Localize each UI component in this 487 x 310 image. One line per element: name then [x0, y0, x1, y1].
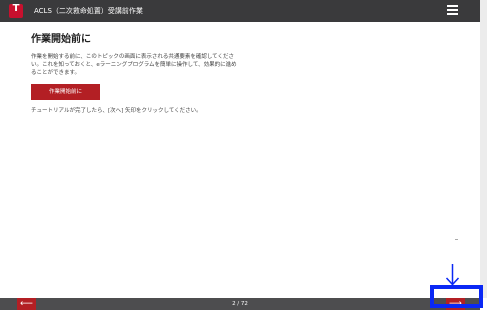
top-bar: ACLS（二次救命処置）受講前作業 — [0, 0, 480, 22]
page-title: 作業開始前に — [31, 34, 91, 45]
next-button[interactable]: ⟶ — [446, 298, 465, 310]
prev-button[interactable]: ⟵ — [17, 298, 36, 310]
instruction-note: チュートリアルが完了したら、[次へ] 矢印をクリックしてください。 — [31, 108, 202, 114]
bottom-nav-bar: 2 / 72 ⟵ ⟶ — [0, 298, 480, 310]
main-content: 作業開始前に 作業を開始する前に、このトピックの画面に表示される共通要素を確認し… — [31, 30, 241, 114]
down-arrow-icon — [445, 264, 460, 286]
arrow-left-icon: ⟵ — [20, 299, 33, 309]
scrollbar[interactable] — [480, 0, 487, 298]
aha-logo-icon — [9, 3, 23, 18]
start-button[interactable]: 作業開始前に — [31, 84, 100, 100]
arrow-right-icon: ⟶ — [449, 299, 462, 309]
decorative-tick — [455, 239, 458, 240]
intro-text: 作業を開始する前に、このトピックの画面に表示される共通要素を確認してください。こ… — [31, 54, 237, 76]
course-title: ACLS（二次救命処置）受講前作業 — [34, 7, 143, 15]
page-indicator: 2 / 72 — [232, 301, 248, 307]
hamburger-menu-icon[interactable] — [447, 5, 458, 16]
